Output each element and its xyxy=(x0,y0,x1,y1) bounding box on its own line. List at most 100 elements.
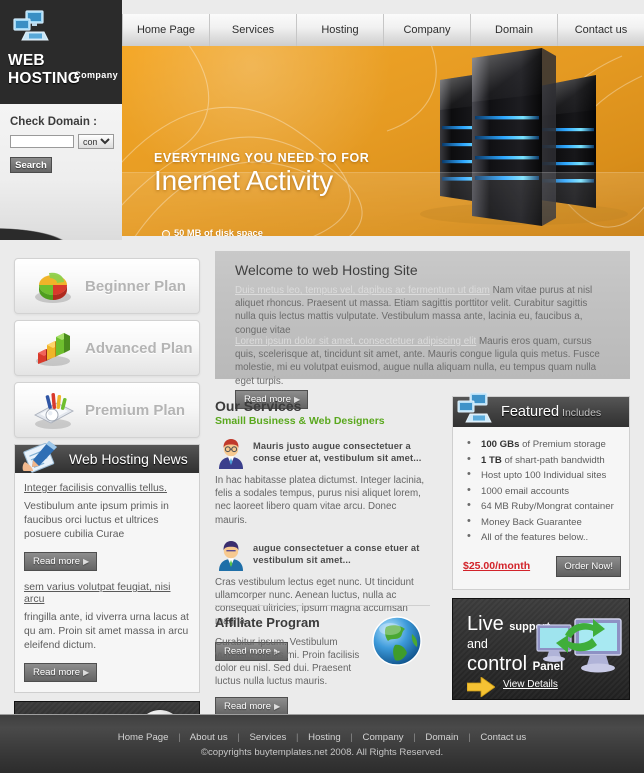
hero-eyebrow: EVERYTHING YOU NEED TO FOR xyxy=(154,151,370,165)
nav-item-hosting[interactable]: Hosting xyxy=(297,14,384,46)
presentation-icon xyxy=(34,393,74,429)
featured-item: 64 MB Ruby/Mongrat container xyxy=(463,498,621,515)
page-root: WEB HOSTING Company Check Domain : com S… xyxy=(0,0,644,773)
welcome-box: Welcome to web Hosting Site Duis metus l… xyxy=(215,251,630,409)
read-more-label: Read more xyxy=(33,556,80,567)
footer-separator: | xyxy=(468,732,471,743)
service-item-heading: Mauris justo augue consectetuer a conse … xyxy=(253,441,422,463)
affiliate-body: Curabitur ipsum. Vestibulum vulputate ma… xyxy=(215,637,360,687)
featured-footer: $25.00/month Order Now! xyxy=(453,552,629,589)
featured-panel-header: Featured Includes xyxy=(453,392,629,427)
hero-banner: EVERYTHING YOU NEED TO FOR Inernet Activ… xyxy=(122,46,644,236)
nav-item-company[interactable]: Company xyxy=(384,14,471,46)
services-subtitle: Smaill Business & Web Designers xyxy=(215,415,385,427)
right-arrow-icon xyxy=(467,677,495,697)
live-line-2: and xyxy=(467,637,488,651)
service-item-header: Mauris justo augue consectetuer a conse … xyxy=(215,437,430,469)
footer-separator: | xyxy=(178,732,181,743)
footer-link-home-page[interactable]: Home Page xyxy=(118,732,169,743)
search-button[interactable]: Search xyxy=(10,157,52,173)
footer-separator: | xyxy=(295,732,299,743)
featured-item: Money Back Guarantee xyxy=(463,514,621,531)
check-domain-label: Check Domain : xyxy=(10,116,97,128)
news-panel-header: Web Hosting News xyxy=(15,441,199,473)
site-footer: Home Page | About us | Services | Hostin… xyxy=(0,714,644,773)
featured-price: $25.00/month xyxy=(463,560,531,572)
globe-icon xyxy=(372,616,422,666)
footer-link-hosting[interactable]: Hosting xyxy=(308,732,341,743)
brand-subtitle: Company xyxy=(74,70,118,80)
welcome-paragraph-1: Duis metus leo, tempus vel, dapibus ac f… xyxy=(235,284,610,337)
services-title: Our Services xyxy=(215,398,302,414)
footer-link-contact-us[interactable]: Contact us xyxy=(480,732,526,743)
left-sidebar: Beginner Plan Advanced Plan Premium Plan… xyxy=(14,258,200,763)
news-link[interactable]: sem varius volutpat feugiat, nisi arcu xyxy=(24,581,190,605)
plan-button-advanced[interactable]: Advanced Plan xyxy=(14,320,200,376)
welcome-link-2[interactable]: Lorem ipsum dolor sit amet, consectetuer… xyxy=(235,336,476,347)
bar-chart-icon xyxy=(36,333,70,366)
featured-title: Featured Includes xyxy=(501,404,602,420)
featured-title-suffix: Includes xyxy=(562,407,602,419)
footer-link-domain[interactable]: Domain xyxy=(425,732,458,743)
footer-link-services[interactable]: Services xyxy=(250,732,287,743)
plan-label: Beginner Plan xyxy=(85,277,186,295)
order-now-button[interactable]: Order Now! xyxy=(556,555,621,577)
nav-item-contact-us[interactable]: Contact us xyxy=(558,14,644,46)
plan-button-premium[interactable]: Premium Plan xyxy=(14,382,200,438)
featured-items-list: 100 GBs of Premium storage 1 TB of shart… xyxy=(453,436,629,546)
copyright-text: ©copyrights buytemplates.net 2008. All R… xyxy=(200,747,444,758)
domain-input[interactable] xyxy=(10,135,74,148)
plan-button-beginner[interactable]: Beginner Plan xyxy=(14,258,200,314)
nav-item-home-page[interactable]: Home Page xyxy=(122,14,210,46)
news-text: Vestibulum ante ipsum primis in faucibus… xyxy=(24,501,169,540)
live-support-panel[interactable]: Live support and control Panel View Deta… xyxy=(452,598,630,700)
monitors-sync-icon xyxy=(536,618,622,673)
featured-item: Host upto 100 Individual sites xyxy=(463,467,621,484)
news-panel-title: Web Hosting News xyxy=(69,451,188,467)
service-item-heading: augue consectetuer a conse etuer at vest… xyxy=(253,542,420,565)
news-panel-body: Integer facilisis convallis tellus. Vest… xyxy=(15,473,199,692)
welcome-title: Welcome to web Hosting Site xyxy=(235,262,418,278)
footer-navigation: Home Page | About us | Services | Hostin… xyxy=(0,732,644,743)
footer-separator: | xyxy=(350,732,353,743)
pencil-note-icon xyxy=(22,441,57,473)
main-navigation: Home Page Services Hosting Company Domai… xyxy=(122,14,644,46)
news-text: fringilla ante, id viverra urna lacus at… xyxy=(24,612,189,651)
chevron-right-icon: ▶ xyxy=(274,702,281,711)
chevron-right-icon: ▶ xyxy=(83,668,90,677)
service-item-body: In hac habitasse platea dictumst. Intege… xyxy=(215,475,425,526)
read-more-button[interactable]: Read more ▶ xyxy=(24,552,98,571)
hero-feature-list: 50 MB of disk space 10 pop3 email accoun… xyxy=(162,228,279,236)
read-more-label: Read more xyxy=(33,667,80,678)
nav-item-services[interactable]: Services xyxy=(210,14,297,46)
plan-label: Advanced Plan xyxy=(85,339,193,357)
logo-block[interactable]: WEB HOSTING Company xyxy=(0,0,122,104)
read-more-button[interactable]: Read more ▶ xyxy=(24,663,98,682)
footer-link-about-us[interactable]: About us xyxy=(190,732,228,743)
news-link[interactable]: Integer facilisis convallis tellus. xyxy=(24,482,190,494)
tld-select[interactable]: com xyxy=(78,134,114,149)
monitors-icon xyxy=(457,392,492,423)
footer-link-company[interactable]: Company xyxy=(363,732,404,743)
monitors-icon xyxy=(13,10,49,41)
plan-label: Premium Plan xyxy=(85,401,186,419)
avatar-blue-icon xyxy=(219,540,243,571)
domain-search-panel: Check Domain : com Search xyxy=(0,104,122,240)
footer-separator: | xyxy=(413,732,416,743)
hero-title: Inernet Activity xyxy=(154,165,333,196)
affiliate-divider: Affiliate Program Curabitur ipsum. Vesti… xyxy=(215,605,430,726)
service-item: Mauris justo augue consectetuer a conse … xyxy=(215,437,430,527)
affiliate-program-section: Affiliate Program Curabitur ipsum. Vesti… xyxy=(215,605,430,726)
avatar-red-icon xyxy=(219,439,243,469)
pie-chart-icon xyxy=(35,272,71,303)
news-panel: Web Hosting News Integer facilisis conva… xyxy=(14,441,200,693)
read-more-label: Read more xyxy=(224,701,271,712)
site-header: WEB HOSTING Company Check Domain : com S… xyxy=(0,0,644,240)
nav-item-domain[interactable]: Domain xyxy=(471,14,558,46)
hero-bullet: 50 MB of disk space xyxy=(162,228,279,236)
welcome-paragraph-2: Lorem ipsum dolor sit amet, consectetuer… xyxy=(235,335,610,388)
featured-item: 100 GBs of Premium storage xyxy=(463,436,621,453)
footer-separator: | xyxy=(237,732,240,743)
welcome-link-1[interactable]: Duis metus leo, tempus vel, dapibus ac f… xyxy=(235,285,490,296)
featured-item: 1 TB of shart-path bandwidth xyxy=(463,452,621,469)
